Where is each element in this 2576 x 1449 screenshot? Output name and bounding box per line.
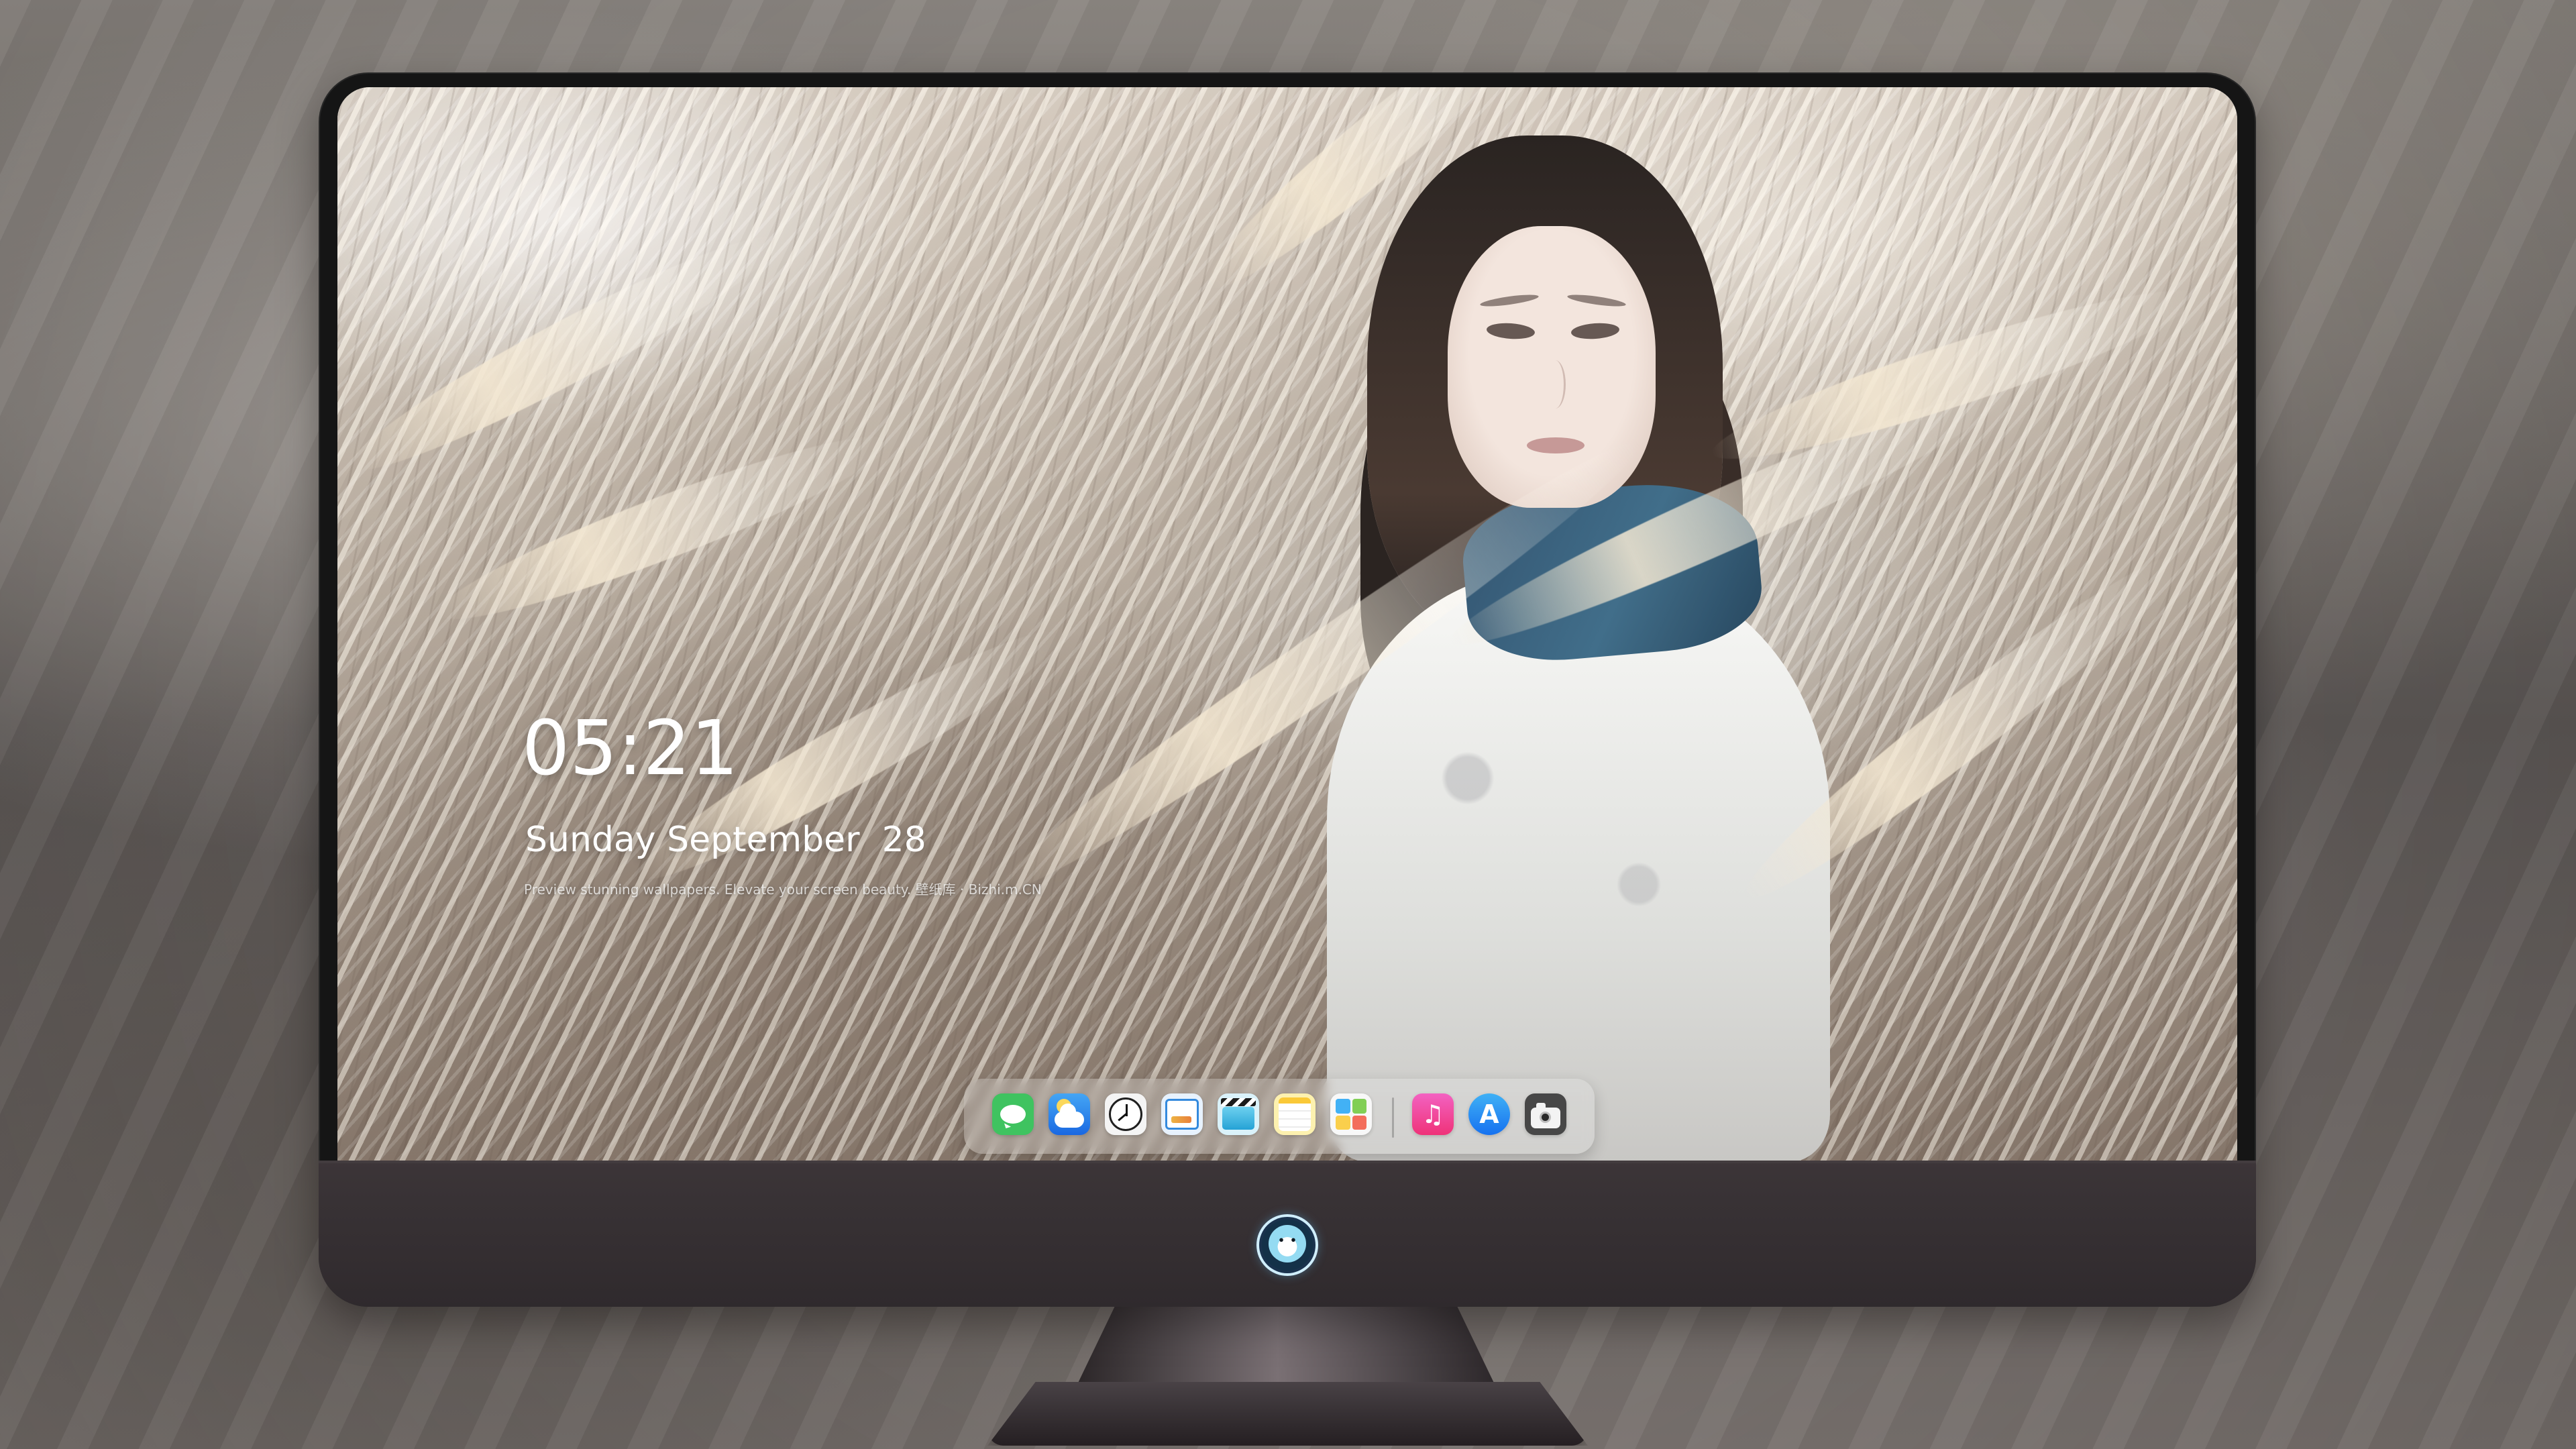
monitor-stand-base: [987, 1382, 1588, 1446]
music-note-icon: ♫: [1421, 1099, 1445, 1129]
right-eyebrow: [1566, 292, 1627, 309]
clapperboard-icon: [1221, 1097, 1256, 1130]
weather-cloud-icon: [1055, 1104, 1084, 1128]
wallpaper-photo: 05:21 Sunday September 28 Preview stunni…: [337, 87, 2237, 1161]
monitor-stand-neck: [1073, 1304, 1499, 1393]
wallpaper-caption: Preview stunning wallpapers. Elevate you…: [524, 881, 1042, 898]
lock-screen-time: 05:21: [522, 705, 739, 792]
blurred-background: 05:21 Sunday September 28 Preview stunni…: [0, 0, 2576, 1449]
lock-screen-date: Sunday September 28: [525, 820, 926, 860]
display-screen: 05:21 Sunday September 28 Preview stunni…: [337, 87, 2237, 1161]
nose: [1545, 360, 1566, 409]
photo-grid-cell: [1336, 1115, 1350, 1130]
movie-app-button[interactable]: [1218, 1093, 1259, 1135]
app-store-button[interactable]: A: [1468, 1093, 1510, 1135]
notes-app-button[interactable]: [1274, 1093, 1316, 1135]
photo-grid-icon: [1336, 1099, 1366, 1130]
preview-image-icon: [1165, 1099, 1199, 1130]
photo-grid-cell: [1352, 1115, 1366, 1130]
preview-app-button[interactable]: [1161, 1093, 1203, 1135]
photo-grid-cell: [1336, 1099, 1350, 1114]
app-store-icon: A: [1479, 1099, 1499, 1129]
weather-app-button[interactable]: [1049, 1093, 1090, 1135]
brand-emblem-icon: [1256, 1214, 1318, 1276]
message-bubble-icon: [1000, 1105, 1026, 1124]
photo-grid-cell: [1352, 1099, 1366, 1114]
music-app-button[interactable]: ♫: [1412, 1093, 1454, 1135]
clock-icon: [1109, 1097, 1142, 1131]
photos-app-button[interactable]: [1330, 1093, 1372, 1135]
monitor: 05:21 Sunday September 28 Preview stunni…: [319, 72, 2256, 1307]
white-coat: [1327, 572, 1830, 1161]
dock-separator: [1392, 1097, 1394, 1138]
clock-app-button[interactable]: [1105, 1093, 1146, 1135]
camera-app-button[interactable]: [1525, 1093, 1566, 1135]
lips: [1527, 437, 1585, 453]
app-dock: ♫ A: [964, 1079, 1595, 1154]
left-eyebrow: [1479, 292, 1540, 309]
camera-icon: [1531, 1102, 1560, 1128]
monitor-lower-bezel: [319, 1161, 2256, 1307]
notes-icon: [1279, 1097, 1311, 1131]
left-eye: [1486, 321, 1536, 341]
right-eye: [1570, 321, 1620, 341]
messages-app-button[interactable]: [992, 1093, 1034, 1135]
